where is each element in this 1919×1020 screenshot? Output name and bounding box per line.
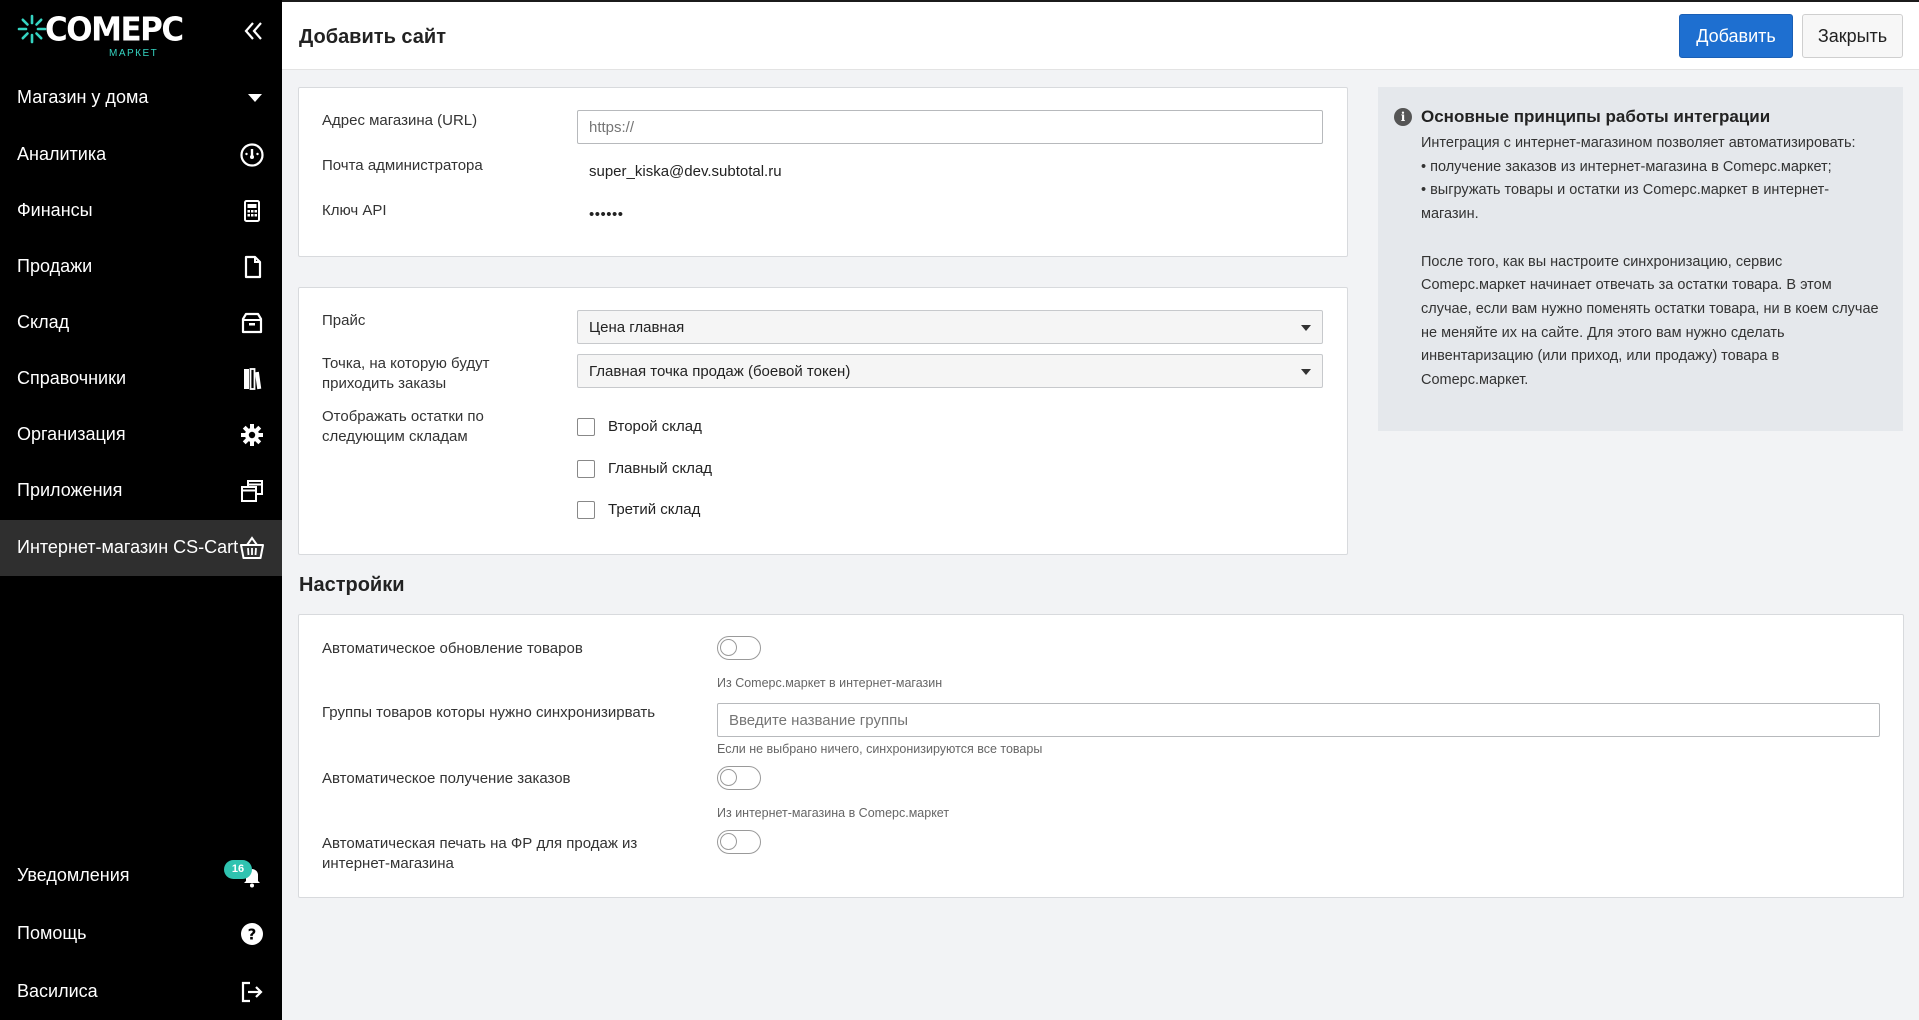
sidebar-item-label: Интернет-магазин CS-Cart	[17, 537, 239, 557]
sidebar-item-sales[interactable]: Продажи	[0, 239, 282, 295]
order-point-select-value: Главная точка продаж (боевой токен)	[589, 363, 851, 380]
groups-hint: Если не выбрано ничего, синхронизируются…	[717, 742, 1043, 756]
settings-title: Настройки	[299, 574, 405, 596]
sidebar-item-label: Приложения	[17, 480, 123, 500]
price-panel: Прайс Цена главная Точка, на которую буд…	[298, 287, 1348, 555]
api-key-label: Ключ API	[322, 202, 387, 219]
auto-orders-hint: Из интернет-магазина в Comepc.маркет	[717, 806, 950, 820]
windows-icon	[241, 480, 263, 502]
sidebar-item-apps[interactable]: Приложения	[0, 463, 282, 519]
sidebar-item-label: Продажи	[17, 256, 93, 276]
sidebar-item-finance[interactable]: Финансы	[0, 183, 282, 239]
chevron-down-icon	[248, 94, 262, 102]
basket-icon	[240, 536, 264, 559]
books-icon	[244, 368, 262, 390]
checkbox-label: Второй склад	[608, 418, 702, 435]
close-button[interactable]: Закрыть	[1802, 14, 1903, 58]
checkbox-label: Главный склад	[608, 460, 713, 477]
toggle-knob	[720, 769, 737, 786]
auto-update-hint: Из Comepc.маркет в интернет-магазин	[717, 676, 943, 690]
info-paragraph: После того, как вы настроите синхронизац…	[1421, 253, 1879, 389]
site-panel: Адрес магазина (URL) Почта администратор…	[298, 87, 1348, 257]
auto-print-toggle[interactable]	[717, 830, 761, 854]
logout-icon	[241, 981, 263, 1003]
auto-orders-toggle[interactable]	[717, 766, 761, 790]
brand-sub: МАРКЕТ	[109, 48, 159, 59]
url-label: Адрес магазина (URL)	[322, 112, 478, 129]
sidebar-item-label: Финансы	[17, 200, 93, 220]
groups-input[interactable]	[717, 703, 1880, 737]
info-body: Интеграция с интернет-магазином позволяе…	[1421, 132, 1886, 393]
add-button[interactable]: Добавить	[1679, 14, 1793, 58]
groups-label: Группы товаров которы нужно синхронизирв…	[322, 704, 656, 721]
sidebar-item-label: Склад	[17, 312, 70, 332]
sidebar-item-user[interactable]: Василиса	[0, 964, 282, 1020]
email-value: super_kiska@dev.subtotal.ru	[589, 163, 782, 180]
price-label: Прайс	[322, 312, 366, 329]
sidebar-item-label: Организация	[17, 424, 126, 444]
sidebar-item-help[interactable]: Помощь ?	[0, 906, 282, 962]
info-icon: i	[1394, 108, 1412, 126]
checkbox-label: Третий склад	[608, 501, 701, 518]
url-input[interactable]	[577, 110, 1323, 144]
sidebar-item-warehouse[interactable]: Склад	[0, 295, 282, 351]
gear-icon	[241, 424, 263, 446]
page-title: Добавить сайт	[299, 26, 447, 48]
order-point-select[interactable]: Главная точка продаж (боевой токен)	[577, 354, 1323, 388]
integration-info: i Основные принципы работы интеграции Ин…	[1378, 87, 1903, 431]
chevron-down-icon	[1301, 369, 1311, 375]
order-point-label: Точка, на которую будут приходить заказы	[322, 355, 490, 392]
calculator-icon	[244, 200, 260, 222]
sidebar-item-label: Помощь	[17, 923, 87, 943]
page-header: Добавить сайт Добавить Закрыть	[282, 0, 1919, 70]
sidebar-item-organization[interactable]: Организация	[0, 407, 282, 463]
info-bullet: • получение заказов из интернет-магазина…	[1421, 158, 1832, 175]
sidebar-item-cs-cart[interactable]: Интернет-магазин CS-Cart	[0, 520, 282, 576]
price-select[interactable]: Цена главная	[577, 310, 1323, 344]
info-spacer	[1421, 227, 1886, 251]
email-label: Почта администратора	[322, 157, 483, 174]
checkbox[interactable]	[577, 418, 595, 436]
sidebar-item-label: Справочники	[17, 368, 127, 388]
sidebar-item-label: Аналитика	[17, 144, 107, 164]
auto-print-label: Автоматическая печать на ФР для продаж и…	[322, 835, 638, 872]
settings-panel: Автоматическое обновление товаров Из Com…	[298, 614, 1904, 898]
auto-update-label: Автоматическое обновление товаров	[322, 640, 583, 657]
stock-label: Отображать остатки по следующим складам	[322, 408, 484, 445]
collapse-sidebar-icon[interactable]	[241, 18, 267, 44]
shop-selector[interactable]: Магазин у дома	[0, 75, 282, 121]
price-select-value: Цена главная	[589, 319, 685, 336]
auto-orders-label: Автоматическое получение заказов	[322, 770, 571, 787]
sidebar: COMEPC МАРКЕТ Магазин у дома Аналитика Ф…	[0, 0, 282, 1020]
brand-logo[interactable]: COMEPC МАРКЕТ	[17, 11, 184, 62]
chevron-down-icon	[1301, 325, 1311, 331]
api-key-value: ••••••	[589, 206, 624, 223]
brand-name: COMEPC	[45, 11, 184, 49]
shop-name: Магазин у дома	[17, 87, 149, 107]
auto-update-toggle[interactable]	[717, 636, 761, 660]
info-title: Основные принципы работы интеграции	[1421, 107, 1771, 126]
sidebar-item-label: Василиса	[17, 981, 98, 1001]
help-icon: ?	[241, 923, 263, 945]
checkbox[interactable]	[577, 501, 595, 519]
info-bullet: • выгружать товары и остатки из Comepc.м…	[1421, 182, 1830, 223]
sidebar-item-references[interactable]: Справочники	[0, 351, 282, 407]
toggle-knob	[720, 639, 737, 656]
notifications-badge: 16	[224, 860, 252, 879]
logo-star-icon	[17, 14, 47, 44]
box-icon	[241, 312, 263, 334]
toggle-knob	[720, 833, 737, 850]
checkbox[interactable]	[577, 460, 595, 478]
sidebar-item-label: Уведомления	[17, 865, 130, 885]
gauge-icon	[240, 143, 264, 167]
svg-text:?: ?	[248, 926, 257, 944]
document-icon	[244, 255, 262, 279]
info-paragraph: Интеграция с интернет-магазином позволяе…	[1421, 135, 1856, 151]
sidebar-item-analytics[interactable]: Аналитика	[0, 127, 282, 183]
